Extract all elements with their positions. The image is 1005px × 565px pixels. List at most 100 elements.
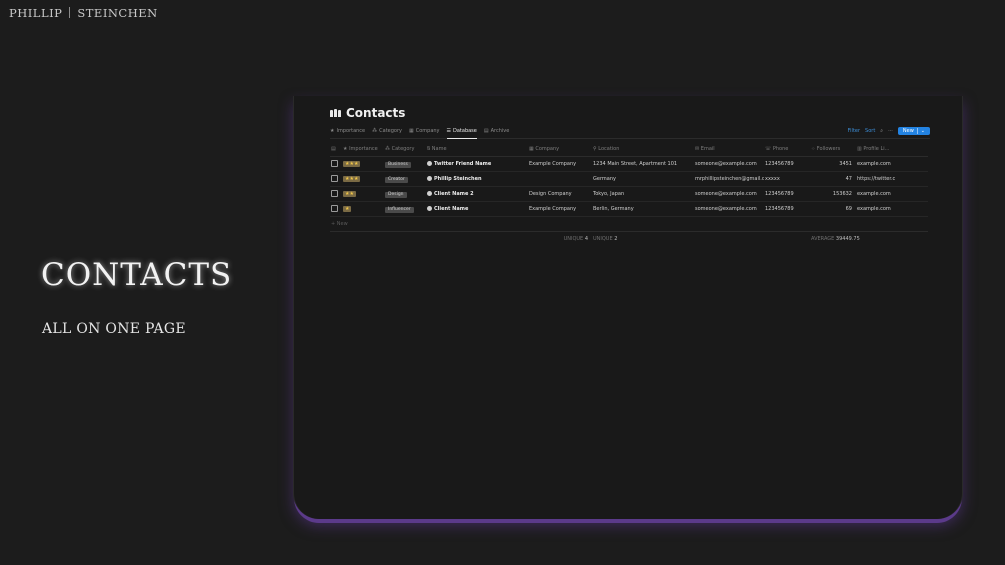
calc-value: 2 xyxy=(614,236,618,242)
calc-value: 39449.75 xyxy=(835,236,860,242)
person-icon xyxy=(427,191,432,196)
category-tag: Influencer xyxy=(385,206,414,213)
divider xyxy=(916,128,918,134)
contact-name[interactable]: Client Name xyxy=(434,206,468,212)
archive-icon: ▤ xyxy=(483,128,489,134)
tab-company[interactable]: ▦ Company xyxy=(409,126,440,136)
calc-label: AVERAGE xyxy=(811,236,835,242)
importance-stars: ★★ xyxy=(343,191,356,197)
contacts-icon xyxy=(330,109,341,117)
hero-subtitle: ALL ON ONE PAGE xyxy=(42,321,186,337)
company-cell xyxy=(528,171,592,187)
phone-cell: 123456789 xyxy=(764,156,810,172)
phone-icon: ☏ xyxy=(765,146,772,152)
followers-cell: 3451 xyxy=(810,156,856,172)
category-tag: Creator xyxy=(385,176,408,183)
calc-value: 4 xyxy=(584,236,588,242)
followers-cell: 47 xyxy=(810,171,856,187)
company-cell: Design Company xyxy=(528,186,592,202)
table-row[interactable]: ★ Influencer Client Name Example Company… xyxy=(330,201,928,217)
row-checkbox[interactable] xyxy=(331,204,338,212)
new-button[interactable]: New ⌄ xyxy=(897,127,930,135)
email-cell[interactable]: mrphillipsteinchen@gmail.co xyxy=(694,171,764,187)
sort-button[interactable]: Sort xyxy=(865,128,875,134)
profile-link-cell[interactable]: example.com xyxy=(856,201,928,217)
followers-calculation[interactable]: AVERAGE 39449.75 xyxy=(810,232,928,247)
row-checkbox[interactable] xyxy=(331,159,338,167)
importance-stars: ★★★ xyxy=(343,176,361,182)
column-label: Category xyxy=(391,146,415,152)
person-icon xyxy=(427,206,432,211)
phone-cell: 123456789 xyxy=(764,186,810,202)
category-tag: Design xyxy=(385,191,407,198)
column-header-followers[interactable]: ⁘ Followers xyxy=(810,142,856,157)
calc-label: UNIQUE xyxy=(593,236,613,242)
tab-importance[interactable]: ★ Importance xyxy=(330,126,365,136)
new-row-button[interactable]: + New xyxy=(330,216,928,232)
new-row[interactable]: + New xyxy=(330,216,928,232)
page-title: Contacts xyxy=(346,106,406,120)
column-header-importance[interactable]: ★ Importance xyxy=(342,142,384,157)
select-all-header[interactable]: ▤ xyxy=(330,142,342,157)
column-header-category[interactable]: ⁂ Category xyxy=(384,142,426,157)
profile-link-cell[interactable]: example.com xyxy=(856,156,928,172)
table-row[interactable]: ★★★ Creator Phillip Steinchen Germany mr… xyxy=(330,171,928,187)
location-cell: 1234 Main Street, Apartment 101 xyxy=(592,156,694,172)
filter-button[interactable]: Filter xyxy=(848,128,860,134)
column-header-location[interactable]: ⚲ Location xyxy=(592,142,694,157)
company-cell: Example Company xyxy=(528,201,592,217)
table-header-row: ▤ ★ Importance ⁂ Category Ꞩ Name ▦ Compa… xyxy=(330,142,928,157)
contact-name[interactable]: Client Name 2 xyxy=(434,191,474,197)
column-label: Followers xyxy=(816,146,841,152)
location-calculation[interactable]: UNIQUE 2 xyxy=(592,232,694,247)
column-header-name[interactable]: Ꞩ Name xyxy=(426,142,528,157)
column-label: Phone xyxy=(772,146,789,152)
table-row[interactable]: ★★ Design Client Name 2 Design Company T… xyxy=(330,186,928,202)
building-icon: ▦ xyxy=(408,128,414,134)
person-icon xyxy=(427,161,432,166)
company-calculation[interactable]: UNIQUE 4 xyxy=(528,232,592,247)
row-checkbox[interactable] xyxy=(331,189,338,197)
tab-category[interactable]: ⁂ Category xyxy=(372,126,402,136)
column-label: Company xyxy=(535,146,560,152)
menu-icon: ▤ xyxy=(331,146,336,152)
chevron-down-icon[interactable]: ⌄ xyxy=(921,128,925,134)
column-label: Importance xyxy=(349,146,378,152)
shapes-icon: ⁂ xyxy=(372,128,378,134)
tab-label: Category xyxy=(379,128,402,134)
location-cell: Berlin, Germany xyxy=(592,201,694,217)
profile-link-cell[interactable]: example.com xyxy=(856,186,928,202)
email-cell[interactable]: someone@example.com xyxy=(694,156,764,172)
contact-name[interactable]: Twitter Friend Name xyxy=(434,161,491,167)
table-row[interactable]: ★★★ Business Twitter Friend Name Example… xyxy=(330,156,928,172)
page-header: Contacts xyxy=(330,106,930,120)
new-button-label: New xyxy=(902,128,914,134)
contact-name[interactable]: Phillip Steinchen xyxy=(434,176,482,182)
brand-last-name: STEINCHEN xyxy=(77,6,158,20)
people-icon: ⁘ xyxy=(811,146,816,152)
brand-divider xyxy=(69,7,71,18)
building-icon: ▦ xyxy=(529,146,534,152)
column-header-company[interactable]: ▦ Company xyxy=(528,142,592,157)
email-cell[interactable]: someone@example.com xyxy=(694,186,764,202)
tab-label: Archive xyxy=(490,128,510,134)
followers-cell: 69 xyxy=(810,201,856,217)
calculation-row: UNIQUE 4 UNIQUE 2 AVERAGE 39449.75 xyxy=(330,232,928,247)
column-label: Name xyxy=(431,146,447,152)
person-icon xyxy=(427,176,432,181)
row-checkbox[interactable] xyxy=(331,174,338,182)
followers-cell: 153632 xyxy=(810,186,856,202)
profile-link-cell[interactable]: https://twitter.c xyxy=(856,171,928,187)
column-header-profile[interactable]: ▥ Profile Li... xyxy=(856,142,928,157)
hero-title: CONTACTS xyxy=(41,257,233,293)
brand-first-name: PHILLIP xyxy=(9,6,63,20)
more-icon[interactable]: ··· xyxy=(888,128,893,134)
column-header-email[interactable]: ✉ Email xyxy=(694,142,764,157)
column-label: Profile Li... xyxy=(863,146,890,152)
tab-database[interactable]: ☰ Database xyxy=(446,126,478,139)
tab-label: Database xyxy=(453,128,477,134)
column-header-phone[interactable]: ☏ Phone xyxy=(764,142,810,157)
email-cell[interactable]: someone@example.com xyxy=(694,201,764,217)
tab-archive[interactable]: ▤ Archive xyxy=(484,126,509,136)
search-icon[interactable]: ⌕ xyxy=(880,128,883,134)
